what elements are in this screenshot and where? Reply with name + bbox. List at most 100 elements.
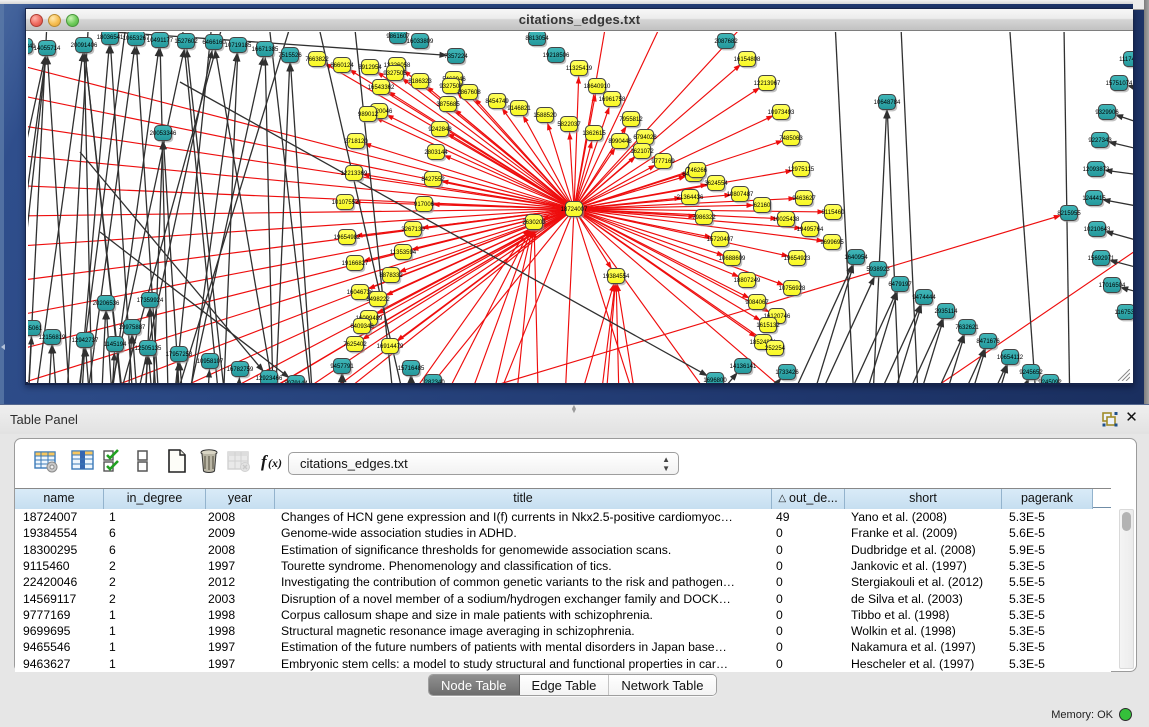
create-column-button[interactable] <box>164 448 190 476</box>
svg-text:15751074: 15751074 <box>1106 81 1133 87</box>
svg-text:8990448: 8990448 <box>608 139 632 145</box>
cell-short: Dudbridge et al. (2008) <box>851 542 1000 558</box>
cell-out_de: 0 <box>776 639 843 655</box>
table-row[interactable]: 1938455462009Genome-wide association stu… <box>15 525 1111 541</box>
svg-text:15720407: 15720407 <box>707 237 734 243</box>
function-builder-button[interactable]: f (x) <box>259 448 285 476</box>
column-header-name[interactable]: name <box>15 489 104 509</box>
delete-column-button[interactable] <box>196 448 222 476</box>
table-source-combobox[interactable]: citations_edges.txt ▲▼ <box>288 452 679 475</box>
svg-text:7663822: 7663822 <box>305 57 329 63</box>
column-header-short[interactable]: short <box>845 489 1002 509</box>
float-window-icon[interactable] <box>1102 411 1118 427</box>
cell-short: Stergiakouli et al. (2012) <box>851 574 1000 590</box>
splitter-grip-icon[interactable]: ▲▼ <box>565 406 583 411</box>
svg-text:19218506: 19218506 <box>543 53 570 59</box>
cell-name: 9465546 <box>23 639 102 655</box>
svg-text:17016504: 17016504 <box>1099 283 1126 289</box>
svg-text:7632621: 7632621 <box>955 325 979 331</box>
column-header-year[interactable]: year <box>206 489 275 509</box>
svg-text:17957253: 17957253 <box>166 352 193 358</box>
cell-pagerank: 5.5E-5 <box>1009 574 1091 590</box>
column-header-title[interactable]: title <box>275 489 772 509</box>
cell-title: Genome-wide association studies in ADHD. <box>281 525 770 541</box>
cell-in_degree: 1 <box>109 656 204 672</box>
memory-ok-indicator <box>1119 708 1132 721</box>
table-row[interactable]: 911546021997Tourette syndrome. Phenomeno… <box>15 558 1111 574</box>
svg-text:8813054: 8813054 <box>525 36 549 42</box>
scrollbar-thumb[interactable] <box>1122 512 1131 531</box>
tab-edge-table[interactable]: Edge Table <box>520 675 610 695</box>
table-row[interactable]: 977716911998Corpus callosum shape and si… <box>15 607 1111 623</box>
svg-text:19654982: 19654982 <box>334 235 361 241</box>
show-columns-button[interactable] <box>70 448 96 476</box>
svg-text:12942737: 12942737 <box>72 338 99 344</box>
cell-in_degree: 2 <box>109 574 204 590</box>
svg-text:19166827: 19166827 <box>342 261 369 267</box>
svg-text:252254: 252254 <box>765 346 786 352</box>
column-header-in_degree[interactable]: in_degree <box>104 489 206 509</box>
tab-network-table[interactable]: Network Table <box>609 675 715 695</box>
table-row[interactable]: 946554611997Estimation of the future num… <box>15 639 1111 655</box>
cell-title: Tourette syndrome. Phenomenology and cla… <box>281 558 770 574</box>
cell-out_de: 0 <box>776 623 843 639</box>
svg-text:1145194: 1145194 <box>104 342 128 348</box>
cytoscape-app: citations_edges.txt 14055714200914061803… <box>0 0 1149 727</box>
svg-text:18724007: 18724007 <box>561 207 588 213</box>
table-row[interactable]: 1830029562008Estimation of significance … <box>15 542 1111 558</box>
tab-node-table[interactable]: Node Table <box>429 675 520 695</box>
svg-text:6794028: 6794028 <box>633 135 657 141</box>
cell-title: Estimation of the future numbers of pati… <box>281 639 770 655</box>
network-canvas[interactable]: 1405571420091406180365411065326710491177… <box>28 32 1133 383</box>
table-row[interactable]: 946362711997Embryonic stem cells: a mode… <box>15 656 1111 672</box>
svg-text:9474444: 9474444 <box>912 295 936 301</box>
svg-text:6466160: 6466160 <box>202 40 226 46</box>
svg-text:8215955: 8215955 <box>1057 211 1081 217</box>
svg-text:1167533: 1167533 <box>1115 310 1133 316</box>
svg-text:6479197: 6479197 <box>888 282 912 288</box>
table-row[interactable]: 2242004622012Investigating the contribut… <box>15 574 1111 590</box>
svg-text:16782759: 16782759 <box>227 367 254 373</box>
cell-short: Hescheler et al. (1997) <box>851 656 1000 672</box>
cell-out_de: 0 <box>776 525 843 541</box>
collapse-west-panel-arrow[interactable] <box>1 344 5 350</box>
change-table-mode-button[interactable] <box>33 448 59 476</box>
svg-text:10756928: 10756928 <box>779 286 806 292</box>
cell-in_degree: 1 <box>109 509 204 525</box>
close-panel-icon[interactable]: ✕ <box>1124 410 1139 426</box>
cell-out_de: 0 <box>776 607 843 623</box>
network-window-titlebar[interactable]: citations_edges.txt <box>26 9 1133 31</box>
svg-text:1588520: 1588520 <box>533 113 557 119</box>
cell-title: Corpus callosum shape and size in male p… <box>281 607 770 623</box>
svg-text:1362615: 1362615 <box>582 131 606 137</box>
svg-text:18036541: 18036541 <box>97 35 124 41</box>
svg-text:19975887: 19975887 <box>119 325 146 331</box>
cell-name: 19384554 <box>23 525 102 541</box>
cell-short: Tibbo et al. (1998) <box>851 607 1000 623</box>
svg-text:3498222: 3498222 <box>366 297 390 303</box>
select-all-button[interactable] <box>101 448 127 476</box>
svg-text:18640910: 18640910 <box>584 84 611 90</box>
svg-text:19654923: 19654923 <box>784 256 811 262</box>
table-row[interactable]: 969969511998Structural magnetic resonanc… <box>15 623 1111 639</box>
cell-name: 18724007 <box>23 509 102 525</box>
table-row[interactable]: 1872400712008Changes of HCN gene express… <box>15 509 1111 525</box>
table-panel-body: f (x) citations_edges.txt ▲▼ namein_degr… <box>14 438 1137 672</box>
cell-short: Nakamura et al. (1997) <box>851 639 1000 655</box>
column-header-out_de[interactable]: △out_de... <box>772 489 845 509</box>
column-header-pagerank[interactable]: pagerank <box>1002 489 1093 509</box>
vertical-scrollbar[interactable] <box>1119 509 1134 669</box>
clear-selection-button[interactable] <box>130 448 156 476</box>
table-panel-header: Table Panel ▲▼ ✕ <box>0 405 1149 434</box>
cell-pagerank: 5.3E-5 <box>1009 509 1091 525</box>
svg-text:6409348: 6409348 <box>350 324 374 330</box>
window-resize-grip[interactable] <box>1116 369 1130 381</box>
cell-year: 1998 <box>208 607 273 623</box>
svg-text:20053346: 20053346 <box>150 131 177 137</box>
cell-pagerank: 5.3E-5 <box>1009 639 1091 655</box>
svg-text:7515526: 7515526 <box>278 53 302 59</box>
table-row[interactable]: 1456911722003Disruption of a novel membe… <box>15 591 1111 607</box>
svg-text:12156819: 12156819 <box>39 335 66 341</box>
cell-year: 1998 <box>208 623 273 639</box>
svg-text:9327505: 9327505 <box>383 71 407 77</box>
